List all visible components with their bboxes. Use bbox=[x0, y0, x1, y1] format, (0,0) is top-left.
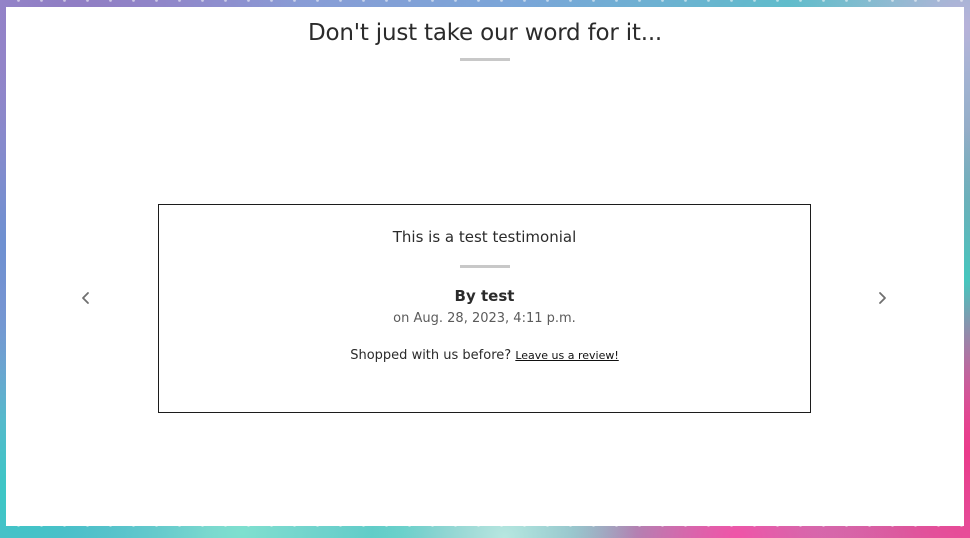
section-heading: Don't just take our word for it... bbox=[307, 20, 663, 46]
testimonial-divider bbox=[460, 265, 510, 268]
review-prompt: Shopped with us before? Leave us a revie… bbox=[159, 348, 810, 363]
carousel-next-button[interactable] bbox=[870, 286, 894, 310]
testimonial-quote: This is a test testimonial bbox=[392, 228, 577, 246]
leave-review-link[interactable]: Leave us a review! bbox=[515, 349, 618, 362]
testimonials-section: Don't just take our word for it... This … bbox=[6, 7, 964, 526]
testimonial-author: By test bbox=[454, 287, 515, 305]
chevron-left-icon bbox=[82, 292, 89, 304]
testimonial-card: This is a test testimonial By test on Au… bbox=[158, 204, 811, 413]
testimonial-date: on Aug. 28, 2023, 4:11 p.m. bbox=[393, 311, 576, 326]
chevron-right-icon bbox=[879, 292, 886, 304]
carousel-prev-button[interactable] bbox=[74, 286, 98, 310]
review-prompt-text: Shopped with us before? bbox=[350, 348, 512, 363]
heading-divider bbox=[460, 58, 510, 61]
